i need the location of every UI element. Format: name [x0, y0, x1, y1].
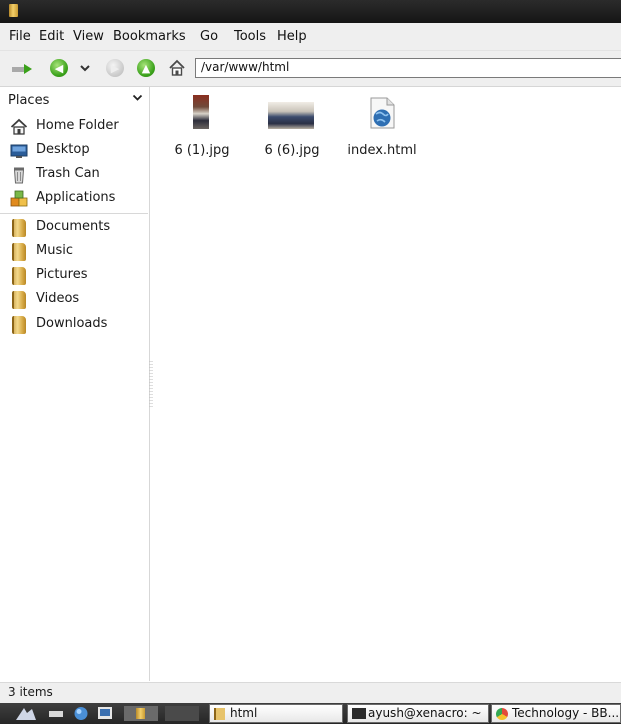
file-view: 6 (1).jpg 6 (6).jpg index.html: [153, 87, 621, 681]
sidebar-item-label: Downloads: [36, 316, 108, 331]
back-history-dropdown[interactable]: [79, 62, 91, 74]
sidebar-item-label: Videos: [36, 291, 80, 306]
file-name: index.html: [347, 143, 417, 158]
folder-icon: [12, 219, 26, 237]
sidebar-item-desktop[interactable]: Desktop: [9, 140, 147, 162]
file-item[interactable]: 6 (6).jpg: [249, 92, 335, 162]
menu-bookmarks[interactable]: Bookmarks: [113, 29, 186, 44]
forward-button[interactable]: ▶: [106, 59, 124, 77]
show-desktop-icon[interactable]: [48, 706, 64, 721]
menu-tools[interactable]: Tools: [234, 29, 266, 44]
home-icon: [10, 118, 28, 136]
folder-icon: [9, 4, 18, 17]
browser-launcher-icon[interactable]: [72, 706, 90, 721]
status-bar: 3 items: [0, 682, 621, 703]
terminal-icon: [352, 708, 366, 719]
sidebar-item-pictures[interactable]: Pictures: [9, 265, 147, 287]
chrome-icon: [496, 708, 508, 720]
taskbar-task-browser[interactable]: Technology - BB...: [491, 704, 621, 723]
folder-icon: [12, 316, 26, 334]
menu-edit[interactable]: Edit: [39, 29, 64, 44]
status-text: 3 items: [8, 685, 53, 699]
folder-icon: [214, 708, 225, 720]
workspace-switcher[interactable]: [165, 706, 199, 721]
taskbar-task-html[interactable]: html: [209, 704, 343, 723]
html-document-icon: [368, 97, 396, 129]
places-selector[interactable]: Places: [8, 93, 143, 111]
folder-icon: [12, 291, 26, 309]
arrow-up-icon: ▲: [141, 61, 151, 75]
sidebar-item-label: Trash Can: [36, 166, 100, 181]
window-title-bar[interactable]: [0, 0, 621, 23]
sidebar-item-label: Applications: [36, 190, 116, 205]
file-name: 6 (1).jpg: [174, 143, 230, 158]
sidebar-item-label: Music: [36, 243, 73, 258]
folder-icon: [12, 243, 26, 261]
sidebar-item-videos[interactable]: Videos: [9, 289, 147, 311]
file-item[interactable]: index.html: [339, 92, 425, 162]
taskbar-task-label: html: [230, 706, 258, 720]
sidebar-item-label: Home Folder: [36, 118, 119, 133]
location-bar[interactable]: /var/www/html: [195, 58, 621, 78]
applications-icon: [10, 190, 28, 208]
up-button[interactable]: ▲: [137, 59, 155, 77]
chevron-down-icon: [80, 65, 90, 72]
sidebar-item-label: Desktop: [36, 142, 90, 157]
terminal-launcher-icon[interactable]: [97, 706, 115, 721]
new-tab-icon[interactable]: [12, 63, 32, 74]
arrow-left-icon: ◀: [54, 61, 64, 75]
file-item[interactable]: 6 (1).jpg: [159, 92, 245, 162]
menu-file[interactable]: File: [9, 29, 31, 44]
sidebar-item-applications[interactable]: Applications: [9, 188, 147, 210]
sidebar-item-music[interactable]: Music: [9, 241, 147, 263]
trash-icon: [10, 166, 28, 184]
taskbar-task-label: Technology - BB...: [512, 706, 620, 720]
chevron-down-icon: [132, 92, 143, 106]
file-manager-launcher-icon[interactable]: [124, 706, 158, 721]
taskbar-task-terminal[interactable]: ayush@xenacro: ~: [347, 704, 489, 723]
places-header-label: Places: [8, 93, 50, 108]
sidebar-item-label: Documents: [36, 219, 111, 234]
sidebar-item-trash-can[interactable]: Trash Can: [9, 164, 147, 186]
back-button[interactable]: ◀: [50, 59, 68, 77]
image-thumbnail: [193, 95, 209, 129]
home-button[interactable]: [168, 59, 186, 77]
folder-icon: [12, 267, 26, 285]
places-sidebar: Places Home Folder Desktop Trash Can App…: [0, 87, 150, 681]
file-name: 6 (6).jpg: [264, 143, 320, 158]
sidebar-divider: [0, 213, 148, 214]
menu-view[interactable]: View: [73, 29, 104, 44]
arrow-right-icon: ▶: [110, 61, 120, 75]
sidebar-item-home-folder[interactable]: Home Folder: [9, 116, 147, 138]
home-icon: [169, 59, 185, 76]
taskbar: html ayush@xenacro: ~ Technology - BB...: [0, 703, 621, 724]
sidebar-item-documents[interactable]: Documents: [9, 217, 147, 239]
image-thumbnail: [268, 102, 314, 129]
sidebar-item-downloads[interactable]: Downloads: [9, 314, 147, 336]
start-menu-icon[interactable]: [14, 706, 38, 721]
toolbar: ◀ ▶ ▲ /var/www/html: [0, 51, 621, 87]
sidebar-item-label: Pictures: [36, 267, 88, 282]
taskbar-task-label: ayush@xenacro: ~: [368, 706, 482, 720]
menu-help[interactable]: Help: [277, 29, 307, 44]
menu-bar: File Edit View Bookmarks Go Tools Help: [0, 23, 621, 51]
desktop-icon: [10, 142, 28, 160]
menu-go[interactable]: Go: [200, 29, 218, 44]
